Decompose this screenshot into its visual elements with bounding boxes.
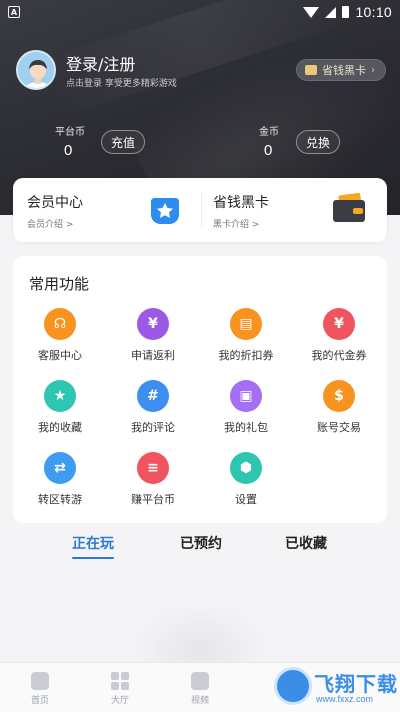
func-discount-coupons[interactable]: ▤ 我的折扣券 (199, 308, 293, 374)
black-card-entry[interactable]: 省钱黑卡 黑卡介绍 > (201, 178, 387, 242)
func-apply-rebate[interactable]: ¥ 申请返利 (106, 308, 200, 374)
empty-state-area (0, 562, 400, 662)
func-earn-coins[interactable]: ≡ 赚平台币 (106, 452, 200, 518)
gift-icon: ▣ (230, 380, 262, 412)
crown-icon (305, 65, 317, 75)
video-icon (191, 672, 209, 690)
func-label: 客服中心 (38, 349, 82, 362)
grid-icon (111, 672, 129, 690)
coupon-icon: ▤ (230, 308, 262, 340)
wifi-icon (303, 6, 320, 18)
star-icon: ★ (44, 380, 76, 412)
func-label: 我的评论 (131, 421, 175, 434)
func-label: 我的代金券 (311, 349, 367, 362)
wallet-card-icon (331, 192, 367, 226)
voucher-icon: ¥ (323, 308, 355, 340)
status-time: 10:10 (355, 4, 392, 20)
member-center-title: 会员中心 (27, 195, 83, 211)
site-watermark: 飞翔下载 www.fxxz.com (270, 664, 398, 710)
func-settings[interactable]: ⬢ 设置 (199, 452, 293, 518)
tab-favorited[interactable]: 已收藏 (285, 533, 327, 553)
func-label: 设置 (235, 493, 257, 506)
coin-stack-icon: ≡ (137, 452, 169, 484)
headset-icon: ☊ (44, 308, 76, 340)
login-subtitle: 点击登录 享受更多精彩游戏 (66, 79, 177, 89)
empty-illustration (130, 602, 270, 662)
nav-home[interactable]: 首页 (10, 663, 70, 712)
func-label: 赚平台币 (131, 493, 175, 506)
platform-coin-label: 平台币 (55, 127, 85, 138)
member-center-intro: 会员介绍 > (27, 220, 74, 230)
nav-label: 大厅 (110, 696, 129, 706)
nav-hall[interactable]: 大厅 (90, 663, 150, 712)
func-label: 账号交易 (317, 421, 361, 434)
func-transfer[interactable]: ⇄ 转区转游 (13, 452, 107, 518)
common-functions-title: 常用功能 (29, 275, 90, 293)
gold-coin-label: 金币 (259, 127, 279, 138)
nav-label: 视频 (190, 696, 209, 706)
watermark-url: www.fxxz.com (316, 694, 374, 704)
func-label: 我的礼包 (224, 421, 268, 434)
signal-icon (325, 6, 337, 18)
gold-coin-value: 0 (264, 142, 273, 159)
func-account-trade[interactable]: $ 账号交易 (292, 380, 386, 446)
money-bag-icon: $ (323, 380, 355, 412)
battery-icon (342, 6, 350, 18)
settings-icon: ⬢ (230, 452, 262, 484)
status-bar: A 10:10 (0, 0, 400, 24)
black-card-title: 省钱黑卡 (213, 195, 269, 211)
nav-video[interactable]: 视频 (170, 663, 230, 712)
watermark-text: 飞翔下载 (314, 672, 398, 696)
comment-icon: # (137, 380, 169, 412)
black-card-intro: 黑卡介绍 > (213, 220, 260, 230)
recharge-button[interactable]: 充值 (101, 130, 145, 154)
login-register-link[interactable]: 登录/注册 (66, 51, 135, 75)
rebate-icon: ¥ (137, 308, 169, 340)
func-favorites[interactable]: ★ 我的收藏 (13, 380, 107, 446)
game-tabs: 正在玩 已预约 已收藏 (0, 530, 400, 560)
platform-coin-value: 0 (64, 142, 73, 159)
member-card: 会员中心 会员介绍 > 省钱黑卡 黑卡介绍 > (13, 178, 387, 242)
black-card-pill-button[interactable]: 省钱黑卡 › (296, 59, 386, 81)
tab-reserved[interactable]: 已预约 (180, 533, 222, 553)
member-star-icon (149, 194, 181, 226)
member-center-entry[interactable]: 会员中心 会员介绍 > (13, 178, 201, 242)
chevron-right-icon: › (371, 64, 375, 76)
active-tab-indicator (72, 557, 114, 559)
watermark-logo-icon (274, 667, 312, 705)
tab-playing[interactable]: 正在玩 (72, 533, 114, 553)
func-my-comments[interactable]: # 我的评论 (106, 380, 200, 446)
avatar[interactable] (16, 50, 56, 90)
exchange-button[interactable]: 兑换 (296, 130, 340, 154)
func-label: 我的折扣券 (218, 349, 274, 362)
func-vouchers[interactable]: ¥ 我的代金券 (292, 308, 386, 374)
home-icon (31, 672, 49, 690)
transfer-icon: ⇄ (44, 452, 76, 484)
black-card-pill-label: 省钱黑卡 (322, 64, 366, 77)
func-label: 申请返利 (131, 349, 175, 362)
func-label: 我的收藏 (38, 421, 82, 434)
func-customer-service[interactable]: ☊ 客服中心 (13, 308, 107, 374)
func-label: 转区转游 (38, 493, 82, 506)
func-gift-packs[interactable]: ▣ 我的礼包 (199, 380, 293, 446)
app-notification-icon: A (8, 6, 20, 18)
nav-label: 首页 (30, 696, 49, 706)
common-functions-card: 常用功能 ☊ 客服中心 ¥ 申请返利 ▤ 我的折扣券 ¥ 我的代金券 ★ 我的收… (13, 256, 387, 523)
